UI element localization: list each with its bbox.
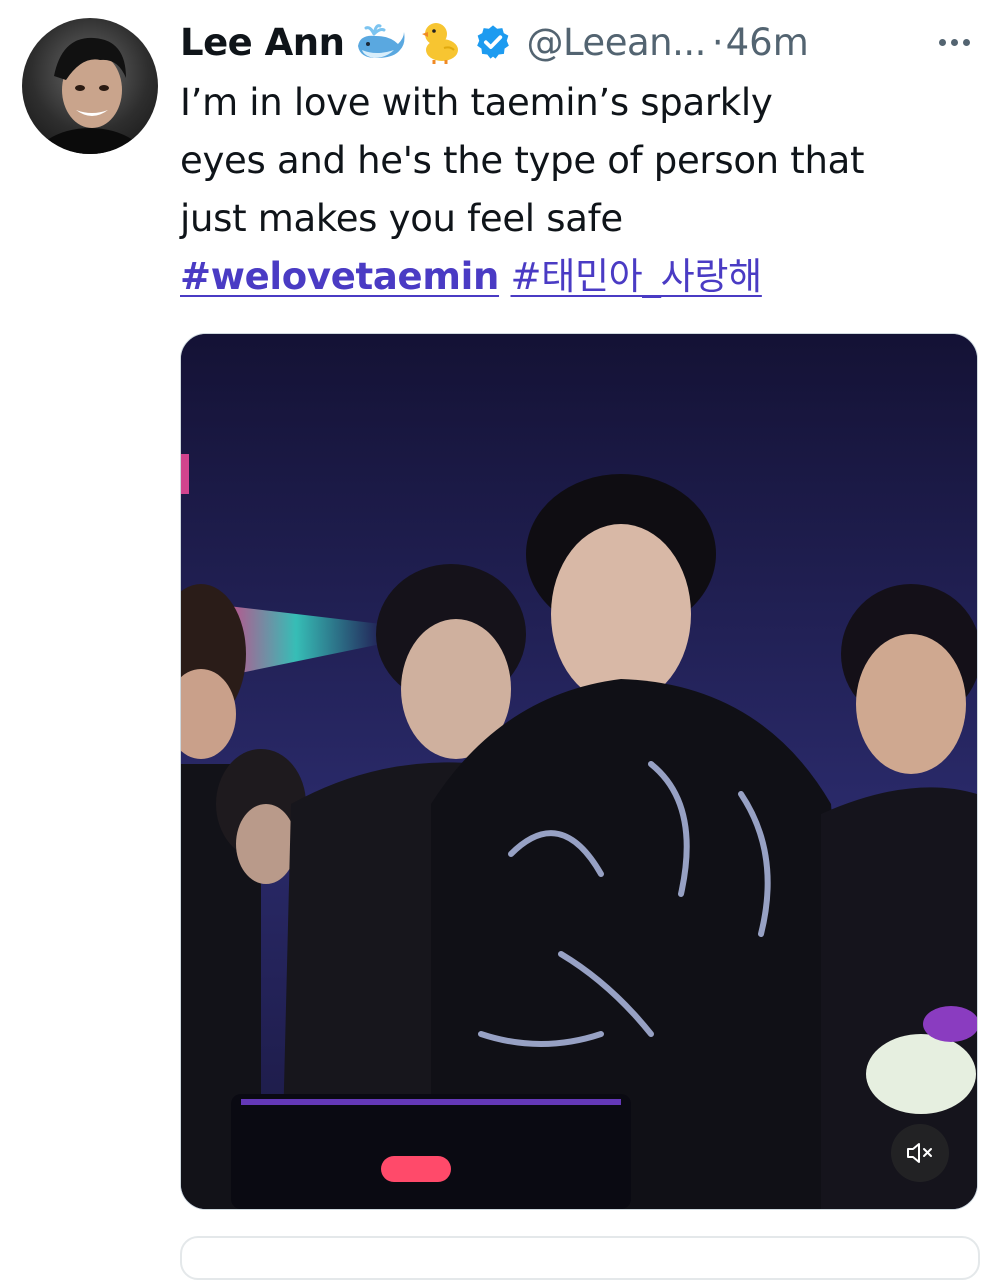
whale-emoji-icon (354, 22, 406, 62)
hashtag-link[interactable]: #태민아_사랑해 (511, 255, 763, 298)
chick-emoji-icon (416, 20, 464, 64)
tweet-header: Lee Ann @Leean... · 46m (180, 14, 980, 70)
separator-dot: · (711, 20, 724, 64)
hashtag-line: #welovetaemin #태민아_사랑해 (180, 248, 990, 306)
tweet[interactable]: Lee Ann @Leean... · 46m I’m in love with… (0, 0, 1000, 1280)
handle[interactable]: @Leean... (526, 21, 706, 64)
speaker-muted-icon[interactable] (891, 1124, 949, 1182)
hashtag-link[interactable]: #welovetaemin (180, 255, 499, 298)
more-options-icon[interactable] (930, 22, 978, 62)
tweet-text-line: I’m in love with taemin’s sparkly (180, 81, 773, 124)
next-card-edge (180, 1236, 980, 1280)
tweet-text-line: just makes you feel safe (180, 197, 623, 240)
tweet-text-line: eyes and he's the type of person that (180, 139, 865, 182)
timestamp[interactable]: 46m (726, 21, 809, 64)
tweet-text: I’m in love with taemin’s sparkly eyes a… (180, 74, 990, 306)
video-player[interactable] (180, 333, 978, 1210)
verified-badge-icon (474, 23, 512, 61)
avatar[interactable] (22, 18, 158, 154)
display-name[interactable]: Lee Ann (180, 21, 345, 64)
